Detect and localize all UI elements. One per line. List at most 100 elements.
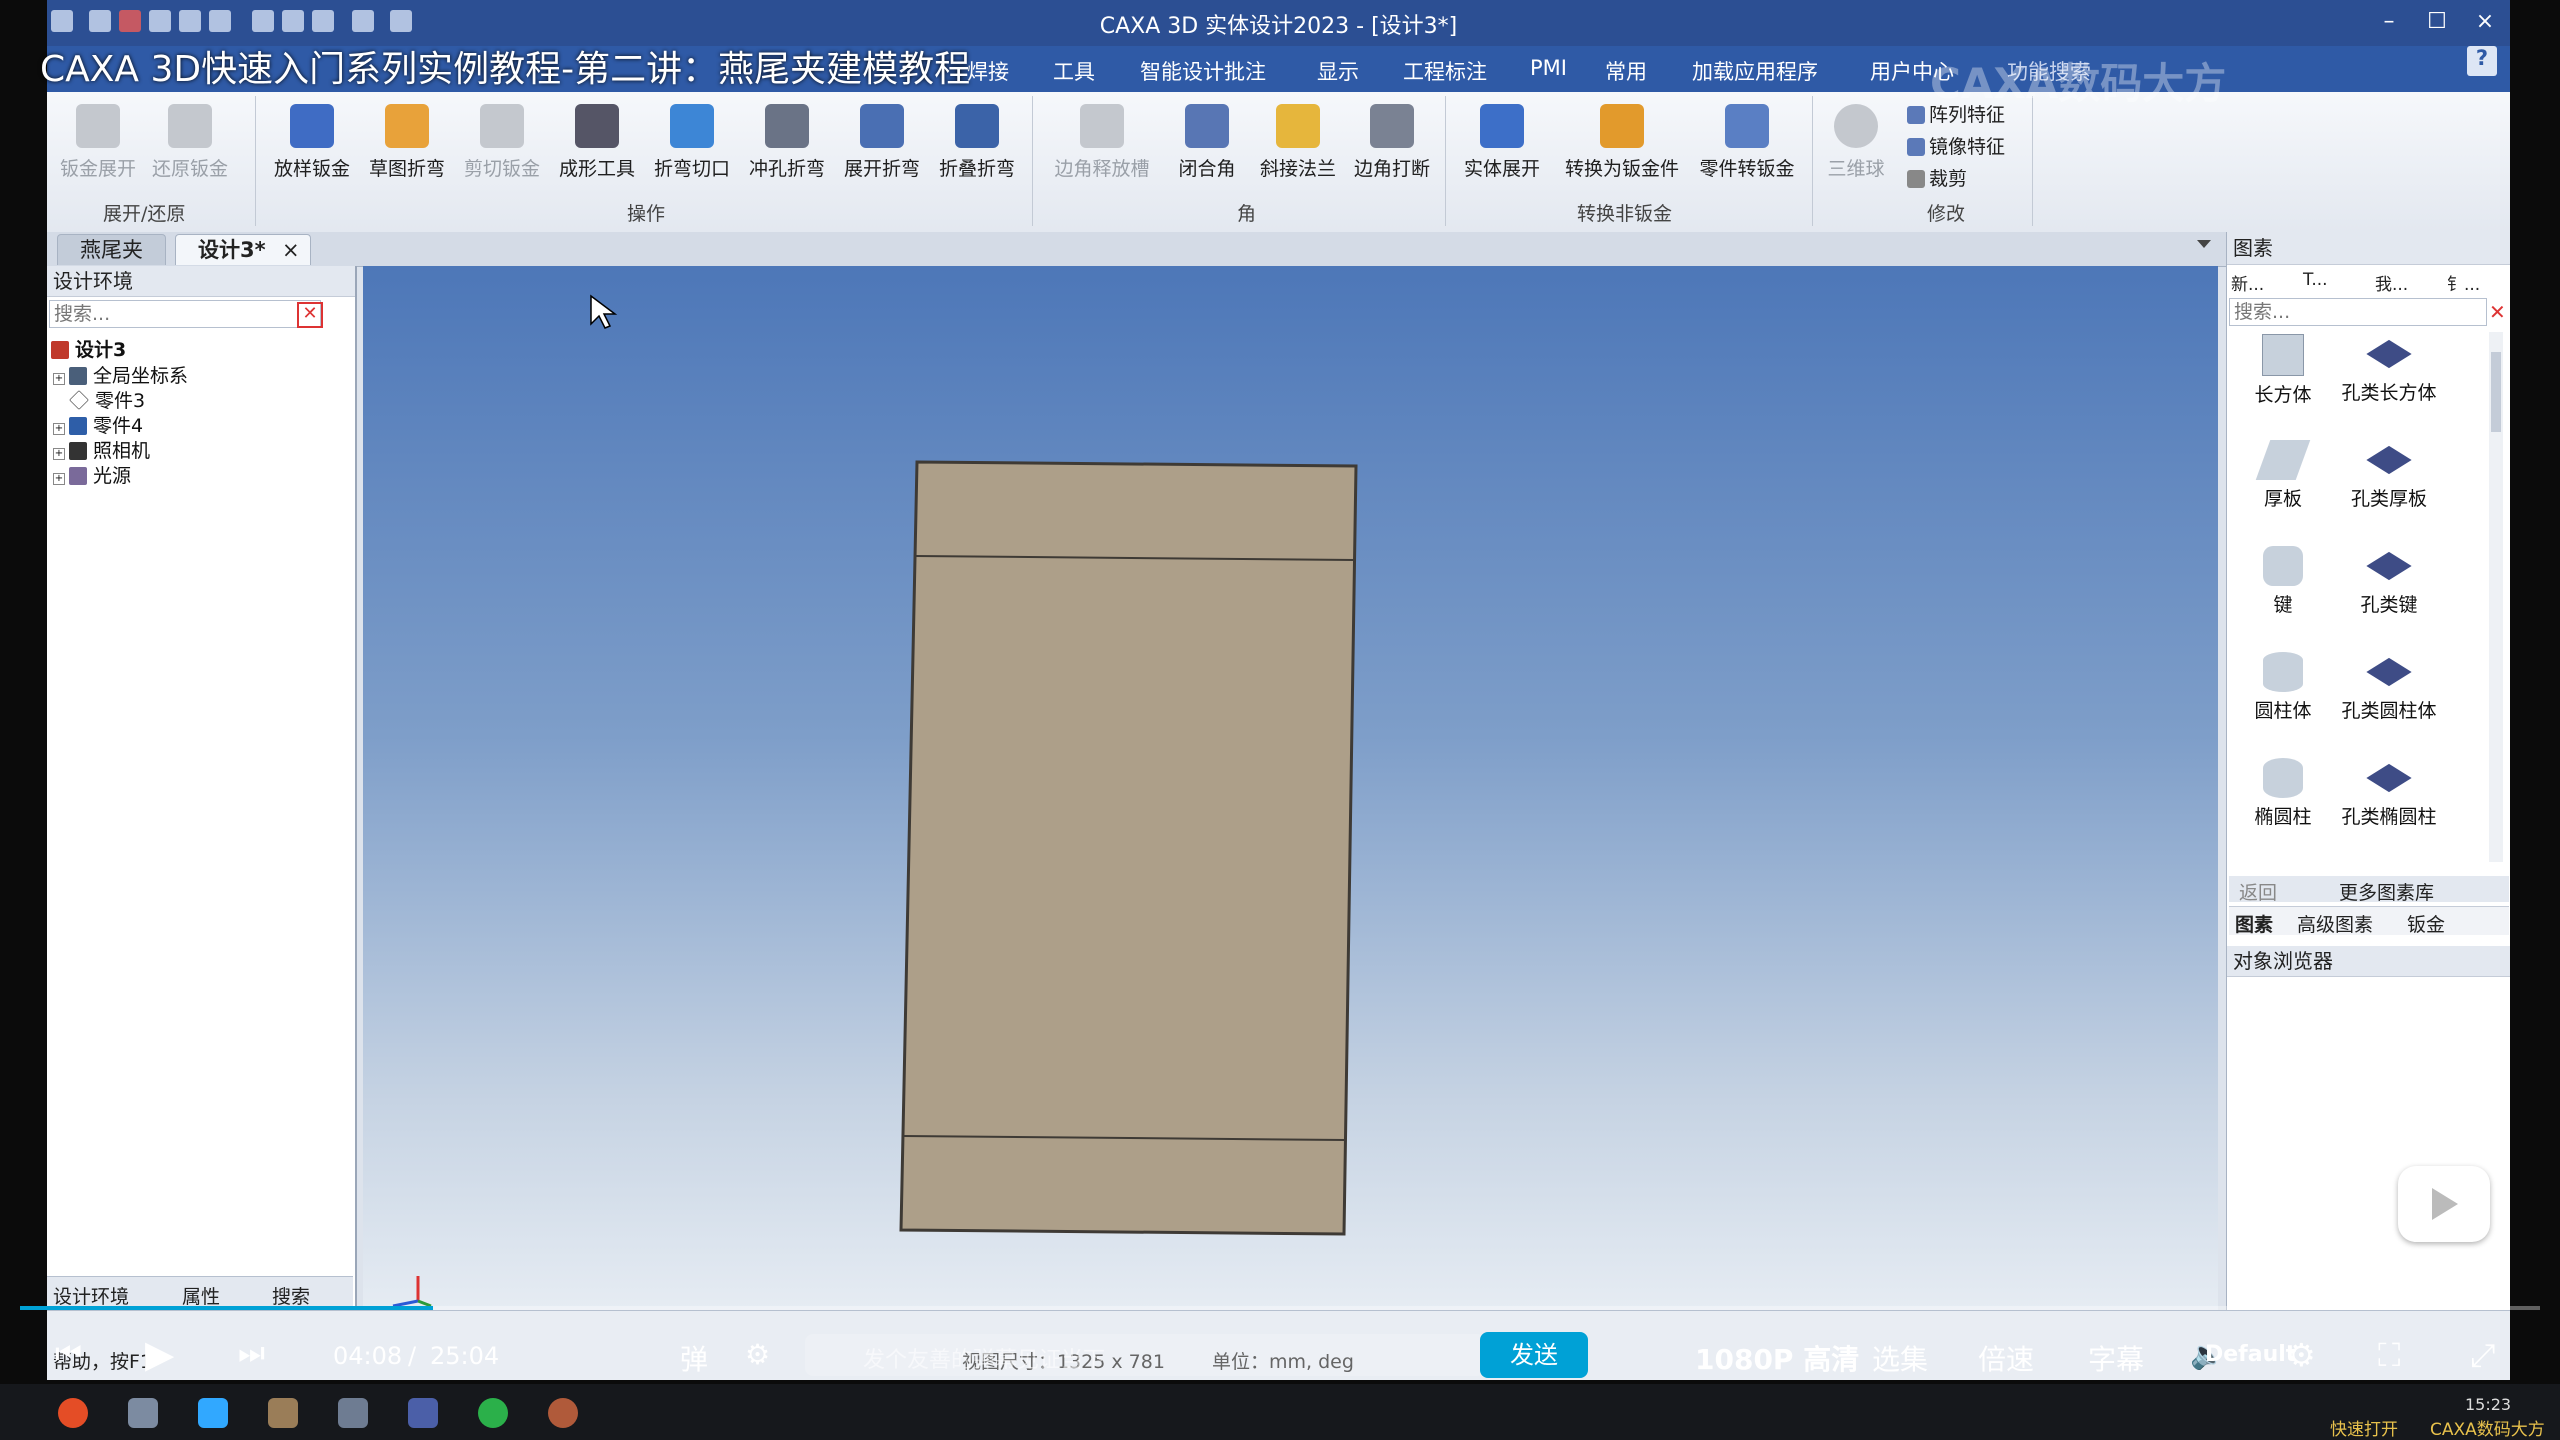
bend-relief-button[interactable]: 折弯切口 [647, 100, 737, 192]
expand-icon[interactable]: + [53, 423, 65, 435]
tab-sheet-metal[interactable]: 钣金 [2407, 910, 2445, 937]
help-icon[interactable]: ? [2467, 46, 2497, 76]
progress-track[interactable] [20, 1306, 2540, 1310]
menu-common[interactable]: 常用 [1605, 56, 1647, 86]
menu-addins[interactable]: 加载应用程序 [1692, 56, 1818, 86]
tree-item[interactable]: + 零件4 [53, 414, 143, 438]
fullscreen-icon[interactable]: ⤢ [2470, 1336, 2496, 1375]
primitive-hole-elliptic-cylinder[interactable]: 孔类椭圆柱 [2339, 758, 2439, 829]
danmaku-settings-icon[interactable]: ⚙ [745, 1338, 770, 1371]
play-icon[interactable]: ▶ [145, 1332, 174, 1376]
app-icon[interactable] [128, 1398, 158, 1428]
chevron-down-icon[interactable] [2197, 240, 2211, 248]
tab-search[interactable]: 搜索 [272, 1282, 310, 1309]
primitive-hole-cylinder[interactable]: 孔类圆柱体 [2339, 652, 2439, 723]
corner-break-button[interactable]: 边角打断 [1347, 100, 1437, 192]
miter-flange-button[interactable]: 斜接法兰 [1253, 100, 1343, 192]
quality-button[interactable]: 1080P 高清 [1695, 1338, 1859, 1378]
primitive-hole-box[interactable]: 孔类长方体 [2339, 334, 2439, 405]
forming-tool-button[interactable]: 成形工具 [552, 100, 642, 192]
menu-engineering[interactable]: 工程标注 [1403, 56, 1487, 86]
folder-icon[interactable] [268, 1398, 298, 1428]
tab-properties[interactable]: 属性 [182, 1282, 220, 1309]
expand-icon[interactable]: + [53, 373, 65, 385]
tab-dovetail[interactable]: 燕尾夹 [57, 234, 166, 265]
send-button[interactable]: 发送 [1480, 1332, 1588, 1378]
sheet-unfold-button[interactable]: 钣金展开 [53, 100, 143, 192]
scrollbar-thumb[interactable] [2491, 352, 2501, 432]
cut-sheet-button[interactable]: 剪切钣金 [457, 100, 547, 192]
tree-item[interactable]: + 光源 [53, 464, 131, 488]
triball-button[interactable]: 三维球 [1817, 100, 1895, 192]
part-to-sheet-button[interactable]: 零件转钣金 [1692, 100, 1802, 192]
convert-to-sheet-button[interactable]: 转换为钣金件 [1557, 100, 1687, 192]
sketch-bend-button[interactable]: 草图折弯 [362, 100, 452, 192]
tab-advanced-primitives[interactable]: 高级图素 [2297, 910, 2373, 937]
unfold-bend-button[interactable]: 展开折弯 [837, 100, 927, 192]
subtitle-button[interactable]: 字幕 [2088, 1338, 2144, 1378]
caxa-icon[interactable] [408, 1398, 438, 1428]
next-icon[interactable]: ⏭ [238, 1336, 265, 1371]
primitive-hole-plate[interactable]: 孔类厚板 [2339, 440, 2439, 511]
trim-button[interactable]: 裁剪 [1907, 164, 1967, 191]
calculator-icon[interactable] [338, 1398, 368, 1428]
clear-search-icon[interactable]: ✕ [2489, 300, 2506, 324]
close-corner-button[interactable]: 闭合角 [1162, 100, 1252, 192]
menu-display[interactable]: 显示 [1317, 56, 1359, 86]
expand-icon[interactable]: + [53, 473, 65, 485]
primitive-box[interactable]: 长方体 [2233, 334, 2333, 407]
tab-close-icon[interactable]: × [282, 235, 300, 265]
menu-pmi[interactable]: PMI [1530, 56, 1567, 80]
tree-item[interactable]: + 照相机 [53, 439, 150, 463]
tree-search-input[interactable]: 搜索... [49, 300, 321, 328]
fold-bend-button[interactable]: 折叠折弯 [932, 100, 1022, 192]
previous-icon[interactable]: ⏮ [55, 1336, 82, 1371]
fullscreen-web-icon[interactable]: ⛶ [2378, 1336, 2400, 1375]
primitive-elliptic-cylinder[interactable]: 椭圆柱 [2233, 758, 2333, 829]
tree-root[interactable]: 设计3 [51, 338, 126, 362]
back-button[interactable]: 返回 [2239, 878, 2277, 905]
restore-sheet-button[interactable]: 还原钣金 [145, 100, 235, 192]
settings-gear-icon[interactable]: ⚙ [2287, 1336, 2316, 1374]
primitive-key[interactable]: 键 [2233, 546, 2333, 617]
tree-item[interactable]: + 全局坐标系 [53, 364, 188, 388]
photoshop-icon[interactable] [198, 1398, 228, 1428]
catalog-tab[interactable]: 我... [2375, 270, 2408, 295]
menu-smart-design[interactable]: 智能设计批注 [1140, 56, 1266, 86]
mini-player-button[interactable] [2398, 1166, 2490, 1242]
close-button[interactable]: × [2467, 6, 2503, 38]
3d-viewport[interactable] [363, 266, 2218, 1310]
corner-relief-button[interactable]: 边角释放槽 [1047, 100, 1157, 192]
tab-primitives[interactable]: 图素 [2235, 910, 2273, 937]
punch-bend-button[interactable]: 冲孔折弯 [742, 100, 832, 192]
primitive-cylinder[interactable]: 圆柱体 [2233, 652, 2333, 723]
catalog-tab[interactable]: T... [2303, 270, 2328, 290]
expand-icon[interactable]: + [53, 448, 65, 460]
catalog-tab[interactable]: 新... [2231, 270, 2264, 295]
clear-search-icon[interactable]: ✕ [297, 302, 323, 328]
scrollbar[interactable] [2489, 332, 2503, 862]
menu-tools[interactable]: 工具 [1053, 56, 1095, 86]
speed-button[interactable]: 倍速 [1978, 1338, 2034, 1378]
primitive-hole-key[interactable]: 孔类键 [2339, 546, 2439, 617]
loft-sheet-button[interactable]: 放样钣金 [267, 100, 357, 192]
mirror-feature-button[interactable]: 镜像特征 [1907, 132, 2005, 159]
primitive-plate[interactable]: 厚板 [2233, 440, 2333, 511]
wechat-icon[interactable] [478, 1398, 508, 1428]
danmaku-input[interactable]: 发个友善的弹幕见证当下 [805, 1334, 1485, 1376]
solid-unfold-button[interactable]: 实体展开 [1457, 100, 1547, 192]
minimize-button[interactable]: – [2371, 6, 2407, 38]
menu-weld[interactable]: 焊接 [967, 56, 1009, 86]
catalog-tab[interactable]: 钅... [2447, 270, 2480, 295]
episodes-button[interactable]: 选集 [1872, 1338, 1928, 1378]
more-library-button[interactable]: 更多图素库 [2339, 878, 2434, 905]
maximize-button[interactable]: ☐ [2419, 6, 2455, 38]
tree-item[interactable]: 零件3 [69, 389, 145, 413]
primitives-search-input[interactable]: 搜索... [2229, 298, 2487, 326]
avatar[interactable] [548, 1398, 578, 1428]
chrome-icon[interactable] [58, 1398, 88, 1428]
tab-design3[interactable]: 设计3* × [175, 234, 311, 265]
tab-design-env[interactable]: 设计环境 [53, 1282, 129, 1309]
sheet-part[interactable] [899, 460, 1358, 1236]
danmaku-toggle-icon[interactable]: 弹 [680, 1338, 708, 1378]
